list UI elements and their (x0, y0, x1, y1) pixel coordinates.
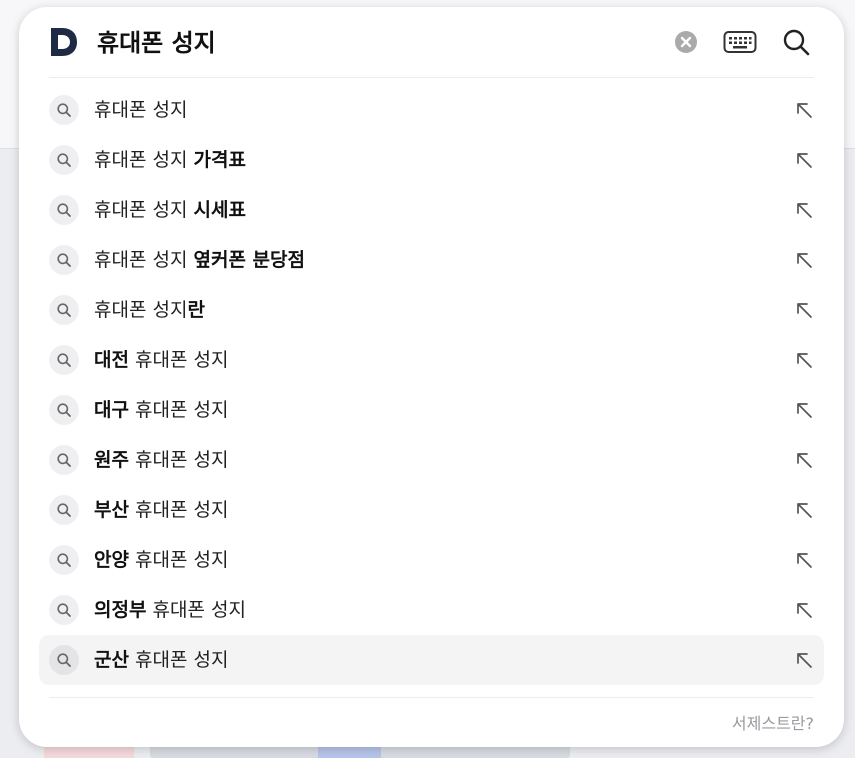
suggestion-text: 부산 휴대폰 성지 (94, 485, 228, 535)
search-icon (49, 145, 79, 175)
suggestion-base: 휴대폰 성지 (94, 149, 194, 171)
suggestion-prefix: 군산 (94, 649, 129, 671)
suggestion-text: 대전 휴대폰 성지 (94, 335, 228, 385)
suggestion-item[interactable]: 군산 휴대폰 성지 (39, 635, 824, 685)
suggestion-prefix: 대구 (94, 399, 129, 421)
search-icon (49, 495, 79, 525)
search-icon (49, 545, 79, 575)
suggestion-prefix: 안양 (94, 549, 129, 571)
suggestion-text: 휴대폰 성지 시세표 (94, 185, 246, 235)
suggestion-base: 휴대폰 성지 (128, 399, 229, 421)
arrow-up-left-icon[interactable] (794, 150, 814, 170)
search-icon (49, 95, 79, 125)
suggest-help-link[interactable]: 서제스트란? (732, 710, 814, 734)
search-query-text[interactable]: 휴대폰 성지 (97, 27, 216, 59)
suggestion-base: 휴대폰 성지 (128, 349, 229, 371)
arrow-up-left-icon[interactable] (794, 450, 814, 470)
search-suggestion-panel: 휴대폰 성지 휴대폰 성지 휴대폰 성지 가격표 휴대폰 성지 시세표 휴대폰 … (19, 7, 844, 747)
arrow-up-left-icon[interactable] (794, 300, 814, 320)
suggestion-item[interactable]: 휴대폰 성지란 (39, 285, 824, 335)
suggestion-base: 휴대폰 성지 (94, 299, 188, 321)
arrow-up-left-icon[interactable] (794, 600, 814, 620)
suggestion-suffix: 시세표 (193, 199, 246, 221)
search-icon (49, 295, 79, 325)
search-icon (49, 645, 79, 675)
suggestion-footer: 서제스트란? (49, 697, 814, 748)
arrow-up-left-icon[interactable] (794, 200, 814, 220)
suggestion-item[interactable]: 휴대폰 성지 시세표 (39, 185, 824, 235)
suggestion-base: 휴대폰 성지 (128, 499, 229, 521)
search-icon (49, 245, 79, 275)
arrow-up-left-icon[interactable] (794, 400, 814, 420)
suggestion-item[interactable]: 휴대폰 성지 옆커폰 분당점 (39, 235, 824, 285)
suggestion-prefix: 의정부 (94, 599, 147, 621)
suggestion-text: 대구 휴대폰 성지 (94, 385, 228, 435)
suggestion-text: 휴대폰 성지 가격표 (94, 135, 246, 185)
suggestion-suffix: 란 (187, 299, 205, 321)
arrow-up-left-icon[interactable] (794, 350, 814, 370)
suggestion-prefix: 대전 (94, 349, 129, 371)
suggestion-item[interactable]: 대전 휴대폰 성지 (39, 335, 824, 385)
arrow-up-left-icon[interactable] (794, 100, 814, 120)
suggestion-base: 휴대폰 성지 (146, 599, 246, 621)
search-icon (49, 595, 79, 625)
arrow-up-left-icon[interactable] (794, 650, 814, 670)
suggestion-item[interactable]: 휴대폰 성지 (39, 85, 824, 135)
suggestion-text: 의정부 휴대폰 성지 (94, 585, 246, 635)
suggestion-item[interactable]: 대구 휴대폰 성지 (39, 385, 824, 435)
suggestion-suffix: 가격표 (193, 149, 246, 171)
suggestion-item[interactable]: 휴대폰 성지 가격표 (39, 135, 824, 185)
suggestion-list: 휴대폰 성지 휴대폰 성지 가격표 휴대폰 성지 시세표 휴대폰 성지 옆커폰 분당점… (39, 85, 824, 685)
search-icon (49, 445, 79, 475)
suggestion-base: 휴대폰 성지 (128, 649, 229, 671)
suggestion-text: 휴대폰 성지 (94, 85, 187, 135)
search-button[interactable] (779, 27, 813, 57)
suggestion-item[interactable]: 안양 휴대폰 성지 (39, 535, 824, 585)
keyboard-icon (723, 31, 757, 53)
keyboard-button[interactable] (723, 27, 757, 57)
search-icon (783, 29, 810, 56)
suggestion-base: 휴대폰 성지 (94, 249, 194, 271)
suggestion-text: 휴대폰 성지 옆커폰 분당점 (94, 235, 305, 285)
arrow-up-left-icon[interactable] (794, 500, 814, 520)
suggestion-suffix: 옆커폰 분당점 (193, 249, 305, 271)
daum-logo-icon[interactable] (49, 27, 79, 57)
suggestion-text: 안양 휴대폰 성지 (94, 535, 228, 585)
search-icon (49, 395, 79, 425)
suggestion-item[interactable]: 부산 휴대폰 성지 (39, 485, 824, 535)
search-icon (49, 345, 79, 375)
suggestion-item[interactable]: 의정부 휴대폰 성지 (39, 585, 824, 635)
suggestion-text: 휴대폰 성지란 (94, 285, 205, 335)
suggestion-base: 휴대폰 성지 (128, 449, 229, 471)
suggestion-text: 군산 휴대폰 성지 (94, 635, 228, 685)
search-icon (49, 195, 79, 225)
suggestion-item[interactable]: 원주 휴대폰 성지 (39, 435, 824, 485)
suggestion-prefix: 원주 (94, 449, 129, 471)
suggestion-base: 휴대폰 성지 (128, 549, 229, 571)
arrow-up-left-icon[interactable] (794, 550, 814, 570)
arrow-up-left-icon[interactable] (794, 250, 814, 270)
clear-button[interactable] (669, 27, 703, 57)
suggestion-prefix: 부산 (94, 499, 129, 521)
suggestion-base: 휴대폰 성지 (94, 199, 194, 221)
suggestion-base: 휴대폰 성지 (94, 99, 188, 121)
search-bar: 휴대폰 성지 (49, 7, 814, 78)
clear-circle-icon (675, 31, 697, 53)
suggestion-text: 원주 휴대폰 성지 (94, 435, 228, 485)
